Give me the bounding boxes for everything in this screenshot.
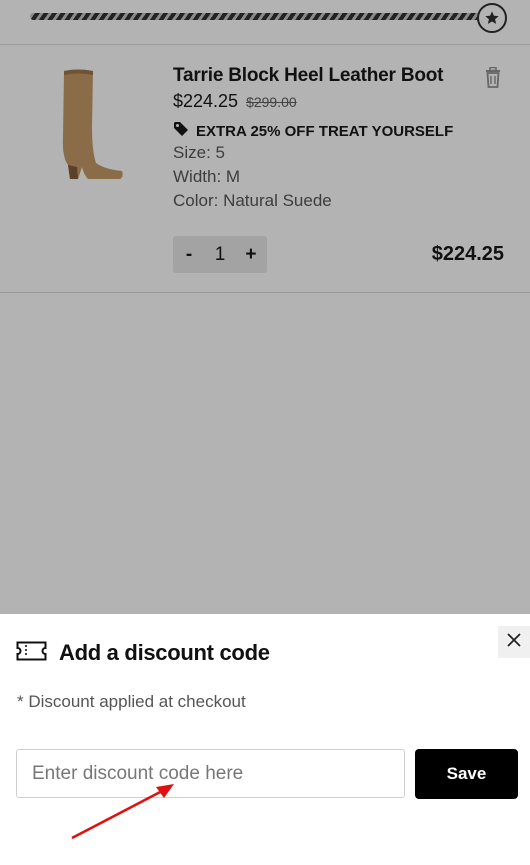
discount-title: Add a discount code [59,640,270,665]
tag-icon [173,121,189,141]
star-icon [477,3,507,33]
discount-note: * Discount applied at checkout [17,692,246,711]
quantity-value: 1 [214,243,226,265]
product-image-boot[interactable] [48,67,138,185]
progress-track [30,13,488,20]
line-total: $224.25 [431,243,504,265]
free-shipping-progress [0,0,530,45]
increment-button[interactable]: + [244,244,258,266]
save-button[interactable]: Save [415,749,518,799]
promo-badge: EXTRA 25% OFF TREAT YOURSELF [173,121,453,141]
close-icon [506,632,522,653]
ticket-icon [16,641,47,666]
product-name[interactable]: Tarrie Block Heel Leather Boot [173,65,443,87]
promo-text: EXTRA 25% OFF TREAT YOURSELF [196,122,454,140]
close-button[interactable] [498,626,530,658]
item-size: Size: 5 [173,143,225,162]
trash-icon[interactable] [483,66,503,89]
cart-item: Tarrie Block Heel Leather Boot $224.25 $… [0,45,530,293]
original-price: $299.00 [246,94,297,110]
annotation-arrow [71,784,174,840]
price-row: $224.25 $299.00 [173,91,297,112]
item-color: Color: Natural Suede [173,191,332,210]
quantity-stepper: - 1 + [173,236,267,273]
item-width: Width: M [173,167,241,186]
current-price: $224.25 [173,91,239,111]
decrement-button[interactable]: - [182,244,196,266]
discount-header: Add a discount code [16,640,270,666]
